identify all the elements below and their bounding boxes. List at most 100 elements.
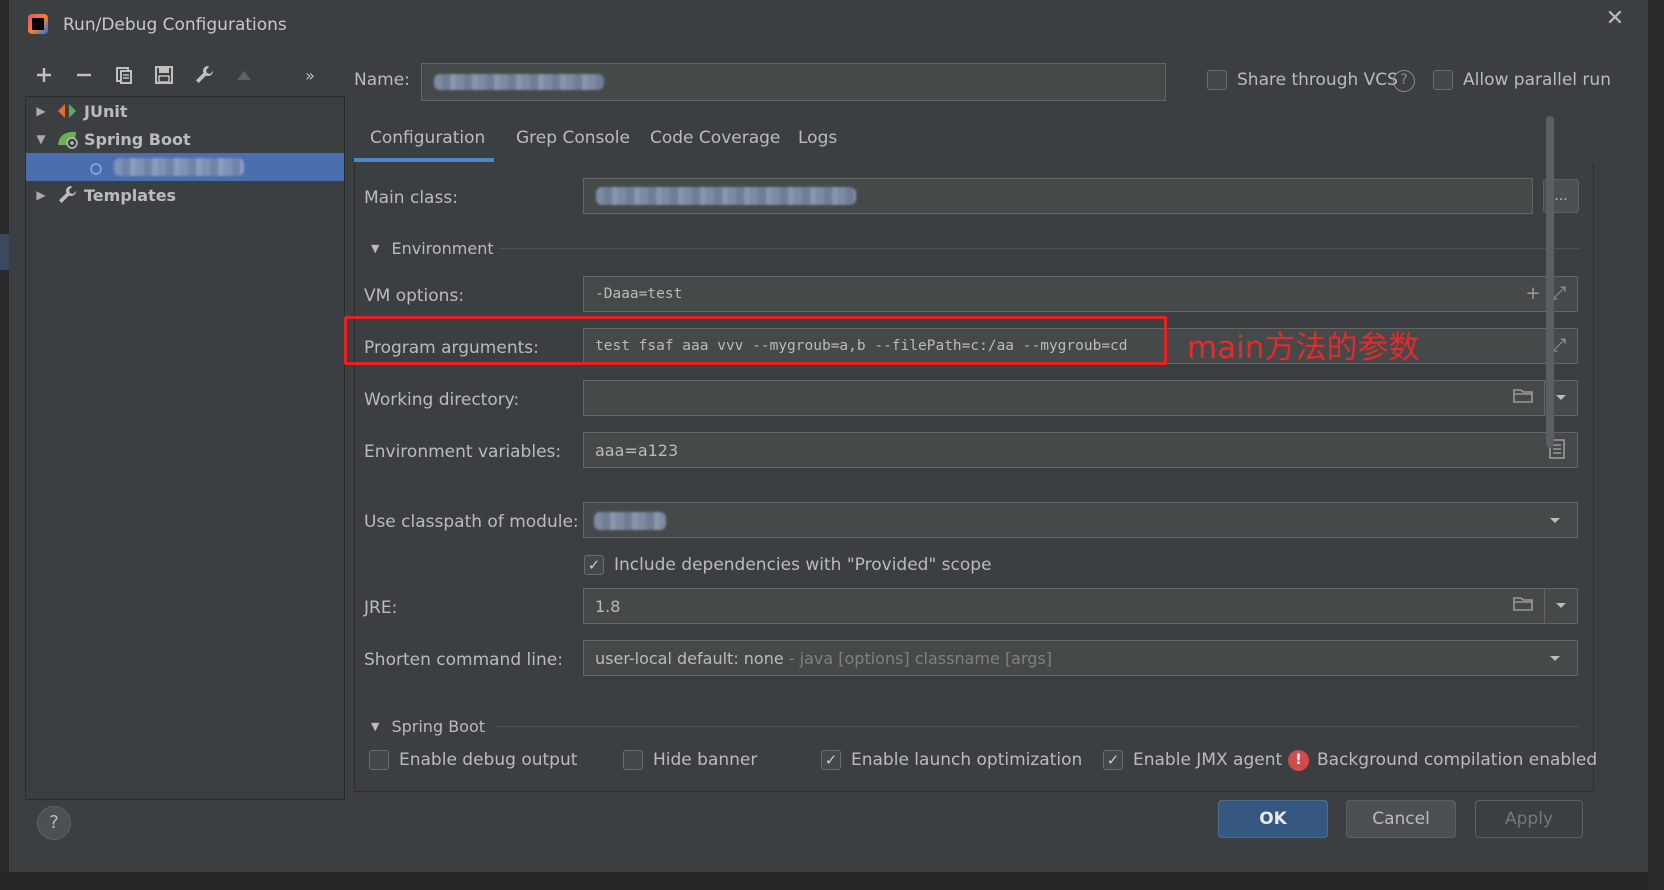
enable-debug-label: Enable debug output [399, 750, 578, 770]
ok-button[interactable]: OK [1218, 800, 1328, 838]
configuration-panel [354, 162, 1594, 792]
vm-options-value: -Daaa=test [595, 286, 683, 302]
expand-arrow-icon[interactable]: ▶ [26, 104, 56, 118]
wrench-icon [196, 65, 214, 83]
spring-boot-icon [56, 129, 80, 149]
minus-icon [77, 73, 91, 77]
save-icon [155, 66, 173, 84]
tab-logs[interactable]: Logs [782, 118, 853, 162]
classpath-module-select[interactable] [583, 502, 1578, 538]
tree-item-label: Templates [84, 185, 177, 205]
share-vcs-label: Share through VCS [1237, 70, 1398, 90]
config-toolbar: » [25, 60, 345, 96]
tree-item-templates[interactable]: ▶ Templates [26, 181, 344, 209]
environment-section-label: Environment [391, 238, 494, 258]
shorten-command-line-label: Shorten command line: [364, 650, 563, 670]
tab-configuration[interactable]: Configuration [354, 118, 494, 162]
program-arguments-value: test fsaf aaa vvv --mygroub=a,b --filePa… [595, 338, 1128, 354]
spring-boot-config-icon [86, 157, 110, 177]
scrollbar-thumb[interactable] [1546, 116, 1554, 448]
spring-boot-section-toggle[interactable]: ▼ Spring Boot [371, 714, 485, 738]
blurred-config-name [114, 158, 244, 176]
wrench-icon [56, 185, 80, 205]
tab-grep-console[interactable]: Grep Console [500, 118, 646, 162]
program-arguments-label: Program arguments: [364, 338, 539, 358]
shorten-command-line-value: user-local default: none - java [options… [595, 649, 1053, 668]
tree-item-spring-boot[interactable]: ▼ Spring Boot [26, 125, 344, 153]
vm-options-input[interactable]: -Daaa=test + ⤢ [583, 276, 1578, 312]
copy-configuration-button[interactable] [109, 60, 139, 90]
main-class-input[interactable] [583, 178, 1533, 214]
tree-item-label: Spring Boot [84, 129, 191, 149]
name-label: Name: [354, 70, 410, 90]
window-title: Run/Debug Configurations [63, 15, 287, 35]
configuration-tree: ▶ JUnit ▼ Spring Boot ▶ Templates [25, 96, 345, 800]
blurred-name-value [434, 74, 604, 90]
ide-background-right [1648, 0, 1664, 890]
working-directory-label: Working directory: [364, 390, 520, 410]
main-class-label: Main class: [364, 188, 458, 208]
share-vcs-checkbox[interactable] [1207, 70, 1227, 90]
help-question-icon[interactable]: ? [1393, 70, 1415, 92]
launch-optimization-checkbox[interactable]: ✓ [821, 750, 841, 770]
expand-arrow-icon[interactable]: ▶ [26, 188, 56, 202]
section-divider [499, 248, 1579, 249]
cancel-button[interactable]: Cancel [1346, 800, 1456, 838]
name-input[interactable] [421, 63, 1166, 101]
collapse-arrow-icon[interactable]: ▼ [26, 132, 56, 146]
classpath-module-label: Use classpath of module: [364, 512, 579, 532]
tree-item-selected-config[interactable] [26, 153, 344, 181]
include-provided-checkbox[interactable]: ✓ [584, 555, 604, 575]
environment-variables-label: Environment variables: [364, 442, 562, 462]
jre-input[interactable]: 1.8 [583, 588, 1545, 624]
chevron-down-icon [1556, 603, 1566, 608]
tab-code-coverage[interactable]: Code Coverage [634, 118, 796, 162]
section-divider [495, 726, 1579, 727]
chevron-down-icon [1556, 395, 1566, 400]
enable-debug-checkbox[interactable] [369, 750, 389, 770]
more-actions-button[interactable]: » [295, 60, 325, 90]
save-configuration-button[interactable] [149, 60, 179, 90]
title-bar: Run/Debug Configurations ✕ [9, 0, 1648, 52]
environment-variables-value: aaa=a123 [595, 441, 679, 460]
ide-selection-highlight [0, 234, 9, 270]
working-directory-input[interactable] [583, 380, 1545, 416]
environment-variables-input[interactable]: aaa=a123 [583, 432, 1578, 468]
apply-button[interactable]: Apply [1475, 800, 1583, 838]
jre-value: 1.8 [595, 597, 621, 616]
close-icon[interactable]: ✕ [1604, 8, 1626, 30]
collapse-triangle-icon: ▼ [371, 719, 380, 733]
blurred-module-name [594, 512, 666, 530]
junit-icon [56, 101, 80, 121]
run-debug-configurations-dialog: Run/Debug Configurations ✕ » ▶ JUnit ▼ S… [9, 0, 1648, 872]
include-provided-label: Include dependencies with "Provided" sco… [614, 555, 992, 575]
hide-banner-checkbox[interactable] [623, 750, 643, 770]
hide-banner-label: Hide banner [653, 750, 758, 770]
jmx-agent-checkbox[interactable]: ✓ [1103, 750, 1123, 770]
spring-boot-section-label: Spring Boot [391, 716, 486, 736]
jre-label: JRE: [364, 598, 398, 618]
launch-optimization-label: Enable launch optimization [851, 750, 1083, 770]
annotation-text: main方法的参数 [1187, 330, 1420, 366]
jmx-agent-label: Enable JMX agent [1133, 750, 1283, 770]
intellij-app-icon [28, 14, 48, 34]
ide-background-left [0, 0, 9, 890]
edit-templates-button[interactable] [189, 60, 219, 90]
add-configuration-button[interactable] [29, 60, 59, 90]
environment-section-toggle[interactable]: ▼ Environment [371, 236, 494, 260]
folder-icon[interactable] [1512, 387, 1534, 409]
folder-icon[interactable] [1512, 595, 1534, 617]
allow-parallel-label: Allow parallel run [1463, 70, 1611, 90]
collapse-triangle-icon: ▼ [371, 241, 380, 255]
plus-icon[interactable]: + [1522, 283, 1544, 305]
shorten-command-line-select[interactable]: user-local default: none - java [options… [583, 640, 1578, 676]
remove-configuration-button[interactable] [69, 60, 99, 90]
program-arguments-input[interactable]: test fsaf aaa vvv --mygroub=a,b --filePa… [583, 328, 1578, 364]
help-button[interactable]: ? [37, 806, 71, 840]
tree-item-label: JUnit [84, 101, 128, 121]
tree-item-junit[interactable]: ▶ JUnit [26, 97, 344, 125]
allow-parallel-checkbox[interactable] [1433, 70, 1453, 90]
ide-background-bottom [0, 872, 1664, 890]
plus-icon [37, 68, 51, 82]
move-up-button[interactable] [229, 60, 259, 90]
